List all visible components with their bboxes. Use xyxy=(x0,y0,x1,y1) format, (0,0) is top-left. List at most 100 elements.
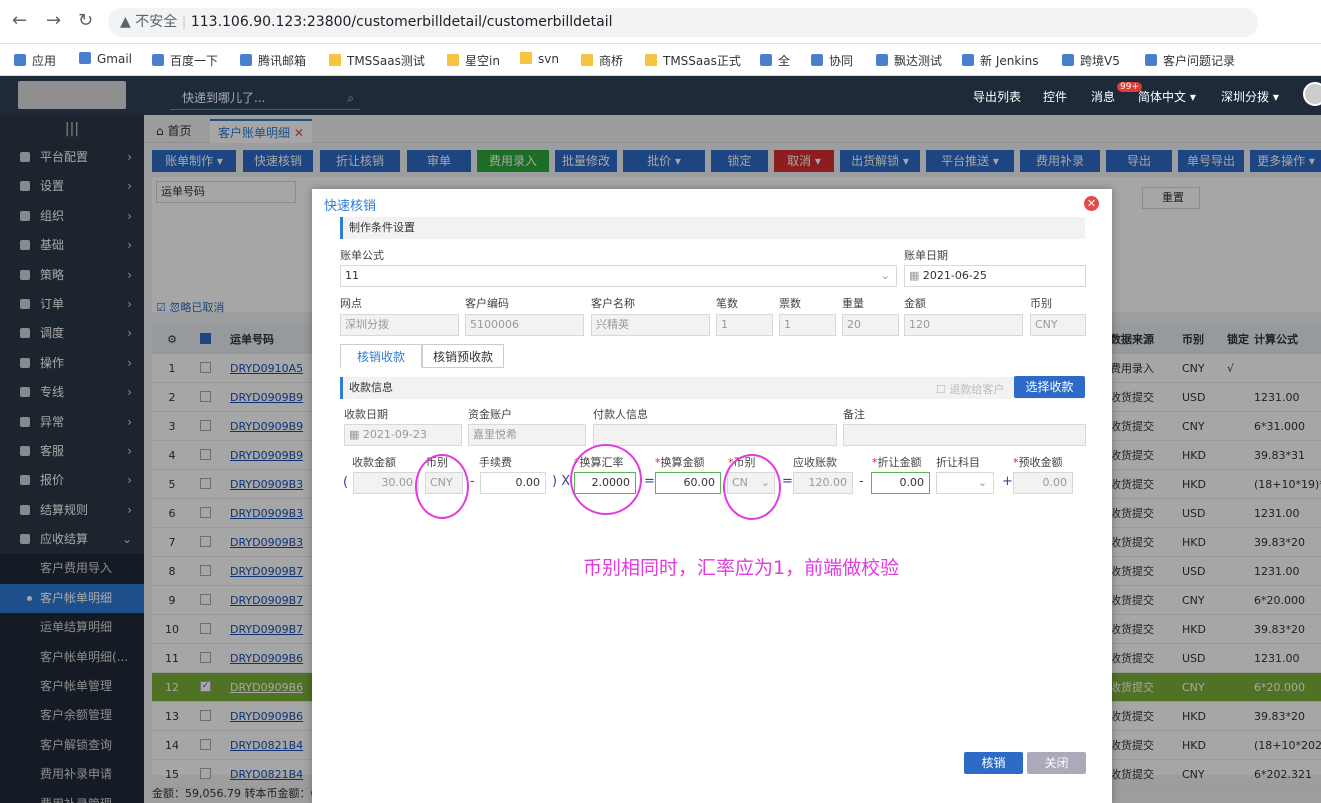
controls-link[interactable]: 控件 xyxy=(1043,88,1067,105)
discount-subject-select[interactable]: ⌄ xyxy=(936,472,994,494)
annotation-text: 币别相同时，汇率应为1，前端做校验 xyxy=(583,557,900,579)
info-label: 网点 xyxy=(340,297,362,310)
receipt-date-input[interactable]: ▦ 2021-09-23 xyxy=(344,424,462,446)
info-label: 客户名称 xyxy=(591,297,635,310)
account-label: 资金账户 xyxy=(468,408,512,421)
info-field[interactable]: CNY xyxy=(1030,314,1086,336)
prepaid-label: *预收金额 xyxy=(1013,456,1063,469)
bookmark-item[interactable]: 腾讯邮箱 xyxy=(240,52,306,69)
browser-toolbar: ← → ↻ ▲ 不安全 | 113.106.90.123:23800/custo… xyxy=(0,0,1321,44)
refund-checkbox[interactable]: ☐ 退款给客户 xyxy=(936,381,1004,397)
avatar[interactable] xyxy=(1303,82,1321,106)
logo xyxy=(18,81,126,109)
bookmark-item[interactable]: 百度一下 xyxy=(152,52,218,69)
bookmark-item[interactable]: 跨境V5 xyxy=(1062,52,1120,69)
bookmark-icon xyxy=(240,54,252,66)
bookmark-label: 百度一下 xyxy=(170,54,219,68)
bookmark-item[interactable]: TMSSaas测试 xyxy=(329,52,425,69)
bookmark-icon xyxy=(79,52,91,64)
fee-label: 手续费 xyxy=(479,456,512,469)
bookmark-item[interactable]: 飘达测试 xyxy=(876,52,942,69)
fee-input[interactable]: 0.00 xyxy=(480,472,546,494)
back-icon[interactable]: ← xyxy=(12,10,27,31)
discount-input[interactable]: 0.00 xyxy=(871,472,930,494)
info-label: 笔数 xyxy=(716,297,738,310)
bookmark-label: 星空in xyxy=(465,54,500,68)
bookmark-icon xyxy=(962,54,974,66)
bookmark-icon xyxy=(876,54,888,66)
tab-writeoff-receipt[interactable]: 核销收款 xyxy=(340,344,422,368)
bookmark-item[interactable]: 新 Jenkins xyxy=(962,52,1038,69)
info-field[interactable]: 1 xyxy=(779,314,836,336)
bill-date-input[interactable]: ▦ 2021-06-25 xyxy=(904,265,1086,287)
bookmark-label: 应用 xyxy=(32,54,57,68)
payer-input[interactable] xyxy=(593,424,837,446)
bookmark-icon xyxy=(645,54,657,66)
bookmark-icon xyxy=(14,54,26,66)
annotation-circle xyxy=(415,454,469,519)
receivable-input[interactable]: 120.00 xyxy=(793,472,853,494)
info-label: 重量 xyxy=(842,297,864,310)
bookmark-item[interactable]: 客户问题记录 xyxy=(1145,52,1235,69)
info-field[interactable]: 5100006 xyxy=(465,314,584,336)
bookmark-label: 商桥 xyxy=(599,54,624,68)
bookmark-label: 跨境V5 xyxy=(1080,54,1120,68)
url-text: 113.106.90.123:23800/customerbilldetail/… xyxy=(190,14,613,30)
remark-input[interactable] xyxy=(843,424,1086,446)
annotation-circle xyxy=(570,444,642,515)
chevron-down-icon: ⌄ xyxy=(977,476,987,489)
bookmark-item[interactable]: 商桥 xyxy=(581,52,623,69)
bookmark-item[interactable]: 协同 xyxy=(811,52,853,69)
receipt-amount-input[interactable]: 30.00 xyxy=(353,472,419,494)
bookmark-item[interactable]: Gmail xyxy=(79,52,132,66)
reload-icon[interactable]: ↻ xyxy=(78,10,93,31)
converted-amount-label: *换算金额 xyxy=(655,456,705,469)
info-label: 客户编码 xyxy=(465,297,509,310)
messages-link[interactable]: 消息 99+ xyxy=(1091,82,1142,105)
language-select[interactable]: 简体中文 ▾ xyxy=(1138,88,1196,105)
formula-select[interactable]: 11 ⌄ xyxy=(340,265,897,287)
info-field[interactable]: 兴精英 xyxy=(591,314,710,336)
bookmark-label: 新 Jenkins xyxy=(980,54,1039,68)
bookmark-icon xyxy=(447,54,459,66)
close-button[interactable]: 关闭 xyxy=(1027,752,1086,774)
receipt-date-label: 收款日期 xyxy=(344,408,388,421)
account-input[interactable]: 嘉里悦希 xyxy=(468,424,586,446)
branch-select[interactable]: 深圳分拨 ▾ xyxy=(1221,88,1279,105)
bookmark-item[interactable]: 应用 xyxy=(14,52,56,69)
info-field[interactable]: 20 xyxy=(842,314,899,336)
prepaid-input[interactable]: 0.00 xyxy=(1013,472,1073,494)
writeoff-button[interactable]: 核销 xyxy=(964,752,1023,774)
discount-label: *折让金额 xyxy=(872,456,922,469)
close-icon[interactable]: ✕ xyxy=(1084,196,1099,211)
choose-receipt-button[interactable]: 选择收款 xyxy=(1014,376,1085,398)
bookmark-item[interactable]: svn xyxy=(520,52,559,66)
info-label: 金额 xyxy=(904,297,926,310)
bookmark-icon xyxy=(1062,54,1074,66)
address-bar[interactable]: ▲ 不安全 | 113.106.90.123:23800/customerbil… xyxy=(108,8,1258,37)
bookmark-icon xyxy=(520,52,532,64)
bookmark-item[interactable]: 全 xyxy=(760,52,790,69)
info-field[interactable]: 1 xyxy=(716,314,773,336)
bookmark-label: 飘达测试 xyxy=(894,54,943,68)
bookmark-icon xyxy=(811,54,823,66)
bookmark-label: TMSSaas正式 xyxy=(663,54,741,68)
warning-icon: ▲ xyxy=(120,14,136,30)
info-field[interactable]: 深圳分拨 xyxy=(340,314,459,336)
converted-amount-input[interactable]: 60.00 xyxy=(655,472,721,494)
bookmark-item[interactable]: TMSSaas正式 xyxy=(645,52,741,69)
bookmark-icon xyxy=(1145,54,1157,66)
bookmark-item[interactable]: 星空in xyxy=(447,52,500,69)
bookmark-label: 全 xyxy=(778,54,791,68)
receipt-amount-label: 收款金额 xyxy=(352,456,396,469)
export-list-link[interactable]: 导出列表 xyxy=(973,88,1021,105)
forward-icon[interactable]: → xyxy=(46,10,61,31)
discount-subject-label: 折让科目 xyxy=(936,456,980,469)
search-icon[interactable]: ⌕ xyxy=(335,86,354,110)
bookmark-label: 客户问题记录 xyxy=(1163,54,1236,68)
tab-writeoff-prepaid[interactable]: 核销预收款 xyxy=(422,344,504,368)
bookmark-icon xyxy=(152,54,164,66)
info-field[interactable]: 120 xyxy=(904,314,1023,336)
search-input[interactable]: 快递到哪儿了... ⌕ xyxy=(170,86,360,110)
dialog-title: 快速核销 xyxy=(324,199,377,214)
